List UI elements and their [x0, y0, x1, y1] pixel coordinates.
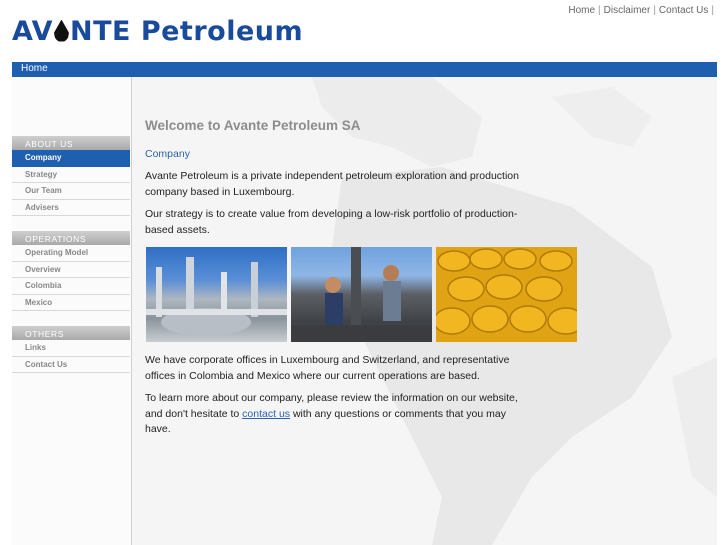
sidebar-item-overview[interactable]: Overview	[12, 262, 130, 278]
section-heading: Company	[145, 148, 190, 160]
sidebar-item-contact-us[interactable]: Contact Us	[12, 357, 130, 373]
menu-heading-about-us: ABOUT US	[12, 136, 130, 150]
main-navbar: Home	[12, 62, 717, 77]
oil-drop-icon	[53, 19, 69, 42]
sidebar-item-company[interactable]: Company	[12, 150, 130, 167]
top-links: Home | Disclaimer | Contact Us |	[568, 5, 717, 16]
top-link-home[interactable]: Home	[568, 5, 595, 16]
refinery-photo	[146, 247, 287, 342]
sidebar-item-our-team[interactable]: Our Team	[12, 183, 130, 200]
sidebar-item-mexico[interactable]: Mexico	[12, 295, 130, 311]
sidebar-item-colombia[interactable]: Colombia	[12, 278, 130, 295]
sidebar-item-strategy[interactable]: Strategy	[12, 167, 130, 183]
logo-text-end: NTE Petroleum	[69, 15, 304, 47]
contact-us-link[interactable]: contact us	[242, 408, 290, 420]
top-link-disclaimer[interactable]: Disclaimer	[604, 5, 651, 16]
separator: |	[598, 5, 601, 16]
learn-more-paragraph: To learn more about our company, please …	[145, 391, 525, 438]
separator: |	[653, 5, 656, 16]
nav-home[interactable]: Home	[21, 63, 48, 74]
menu-group-about-us: ABOUT US Company Strategy Our Team Advis…	[12, 136, 130, 216]
top-link-contact-us[interactable]: Contact Us	[659, 5, 708, 16]
separator: |	[711, 5, 714, 16]
main-content: Welcome to Avante Petroleum SA Company A…	[145, 118, 525, 435]
oil-workers-photo	[291, 247, 432, 342]
menu-heading-others: OTHERS	[12, 326, 130, 340]
intro-paragraph: Avante Petroleum is a private independen…	[145, 170, 519, 198]
logo-text-start: AV	[12, 15, 53, 47]
sidebar-item-operating-model[interactable]: Operating Model	[12, 245, 130, 262]
page-title: Welcome to Avante Petroleum SA	[145, 118, 361, 133]
strategy-paragraph: Our strategy is to create value from dev…	[145, 208, 518, 236]
menu-group-operations: OPERATIONS Operating Model Overview Colo…	[12, 231, 130, 311]
photo-strip	[146, 247, 578, 342]
sidebar-item-advisers[interactable]: Advisers	[12, 200, 130, 216]
logo[interactable]: AV NTE Petroleum	[12, 12, 304, 50]
sidebar: ABOUT US Company Strategy Our Team Advis…	[12, 77, 132, 545]
menu-group-others: OTHERS Links Contact Us	[12, 326, 130, 373]
menu-heading-operations: OPERATIONS	[12, 231, 130, 245]
oil-barrels-photo	[436, 247, 577, 342]
sidebar-item-links[interactable]: Links	[12, 340, 130, 357]
offices-paragraph: We have corporate offices in Luxembourg …	[145, 354, 510, 382]
